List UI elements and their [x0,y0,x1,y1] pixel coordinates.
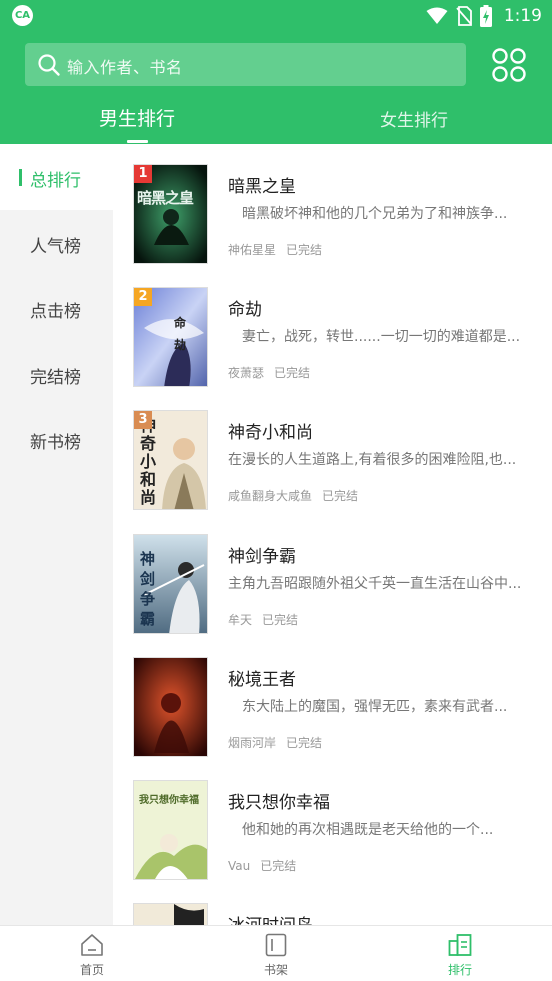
book-list: 暗黑之皇 1 暗黑之皇 暗黑破坏神和他的几个兄弟为了和神族争... 神佑星星 已完… [113,144,552,925]
list-item[interactable]: 我只想你幸福 我只想你幸福 他和她的再次相遇既是老天给他的一个... Vau 已完… [113,780,552,903]
book-meta: Vau 已完结 [228,857,296,874]
sidebar-item-label: 点击榜 [30,302,81,322]
book-meta: 咸鱼翻身大咸鱼 已完结 [228,487,358,504]
active-indicator [19,169,22,186]
category-grid-icon[interactable] [490,46,528,84]
book-status: 已完结 [262,613,299,627]
book-cover: 命劫 2 [133,287,208,387]
sidebar-item-label: 完结榜 [30,368,81,388]
nav-label: 首页 [79,963,104,977]
nav-home[interactable]: 首页 [42,926,142,981]
book-author: 神佑星星 [228,243,277,257]
status-indicators: 1:19 [426,4,542,28]
book-description: 主角九吾昭跟随外祖父千英一直生活在山谷中... [228,576,522,592]
book-title: 秘境王者 [228,670,296,690]
book-description: 他和她的再次相遇既是老天给他的一个... [242,822,494,838]
tab-female-ranking[interactable]: 女生排行 [364,96,464,144]
cover-title: 神奇小和尚 [140,417,157,507]
list-item[interactable]: 神奇小和尚 3 神奇小和尚 在漫长的人生道路上,有着很多的困难险阻,也... 咸… [113,410,552,533]
sidebar-item-label: 总排行 [30,171,81,191]
search-placeholder: 输入作者、书名 [67,58,183,77]
book-status: 已完结 [274,366,311,380]
book-description: 妻亡，战死，转世......一切一切的难道都是... [242,329,521,345]
book-author: Vau [228,859,251,873]
status-bar: CA 1:19 [0,0,552,32]
book-status: 已完结 [286,736,323,750]
book-cover: 神剑争霸 [133,534,208,634]
book-status: 已完结 [322,489,359,503]
list-item[interactable]: 冰河时间鸟 [113,903,552,925]
cover-title: 我只想你幸福 [139,795,199,806]
sidebar-item-label: 人气榜 [30,237,81,257]
list-item[interactable]: 命劫 2 命劫 妻亡，战死，转世......一切一切的难道都是... 夜萧瑟 已完… [113,287,552,410]
list-item[interactable]: 神剑争霸 神剑争霸 主角九吾昭跟随外祖父千英一直生活在山谷中... 牟天 已完结 [113,534,552,657]
clock: 1:19 [503,6,542,26]
sidebar-item-new-books[interactable]: 新书榜 [0,406,113,472]
book-title: 冰河时间鸟 [228,911,313,925]
rank-badge: 2 [134,288,152,306]
tab-male-ranking[interactable]: 男生排行 [87,96,187,144]
book-title: 暗黑之皇 [228,177,296,197]
book-cover: 神奇小和尚 3 [133,410,208,510]
nav-label: 书架 [263,963,288,977]
book-status: 已完结 [286,243,323,257]
book-cover: 我只想你幸福 [133,780,208,880]
sidebar-item-label: 新书榜 [30,433,81,453]
book-description: 暗黑破坏神和他的几个兄弟为了和神族争... [242,206,508,222]
header: CA 1:19 输入作者、书名 男生排行 女生排行 [0,0,552,144]
book-description: 东大陆上的魔国，强悍无匹，素来有武者... [242,699,508,715]
app-notification-icon: CA [12,5,33,26]
book-title: 神奇小和尚 [228,423,313,443]
book-cover: 暗黑之皇 1 [133,164,208,264]
book-title: 我只想你幸福 [228,793,330,813]
nav-label: 排行 [447,963,472,977]
book-author: 烟雨河岸 [228,736,277,750]
sidebar-item-clicks[interactable]: 点击榜 [0,275,113,341]
cover-title: 命劫 [174,316,187,352]
book-meta: 烟雨河岸 已完结 [228,734,322,751]
ranking-sidebar: 总排行 人气榜 点击榜 完结榜 新书榜 [0,144,113,925]
book-status: 已完结 [260,859,297,873]
nav-ranking[interactable]: 排行 [410,926,510,981]
book-meta: 神佑星星 已完结 [228,241,322,258]
book-description: 在漫长的人生道路上,有着很多的困难险阻,也... [228,452,517,468]
list-item[interactable]: 暗黑之皇 1 暗黑之皇 暗黑破坏神和他的几个兄弟为了和神族争... 神佑星星 已完… [113,164,552,287]
cover-title: 暗黑之皇 [137,189,194,207]
bottom-navigation: 首页 书架 排行 [0,925,552,981]
search-icon [38,54,60,76]
book-author: 夜萧瑟 [228,366,265,380]
book-meta: 夜萧瑟 已完结 [228,364,310,381]
wifi-icon [426,7,448,24]
tab-indicator [127,140,148,143]
search-input[interactable]: 输入作者、书名 [25,43,466,86]
sidebar-item-popularity[interactable]: 人气榜 [0,210,113,276]
book-title: 命劫 [228,300,262,320]
bookshelf-icon [265,933,287,957]
no-sim-icon [456,6,472,26]
gender-tabs: 男生排行 女生排行 [0,96,552,144]
cover-title: 神剑争霸 [140,550,156,628]
book-author: 咸鱼翻身大咸鱼 [228,489,313,503]
book-meta: 牟天 已完结 [228,611,298,628]
list-item[interactable]: 秘境王者 东大陆上的魔国，强悍无匹，素来有武者... 烟雨河岸 已完结 [113,657,552,780]
book-title: 神剑争霸 [228,547,296,567]
sidebar-item-overall[interactable]: 总排行 [0,144,113,210]
book-author: 牟天 [228,613,253,627]
book-cover [133,903,208,925]
sidebar-item-completed[interactable]: 完结榜 [0,341,113,407]
battery-charging-icon [479,5,492,27]
rank-badge: 1 [134,165,152,183]
nav-bookshelf[interactable]: 书架 [226,926,326,981]
home-icon [81,934,103,956]
book-cover [133,657,208,757]
ranking-icon [448,934,472,956]
rank-badge: 3 [134,411,152,429]
